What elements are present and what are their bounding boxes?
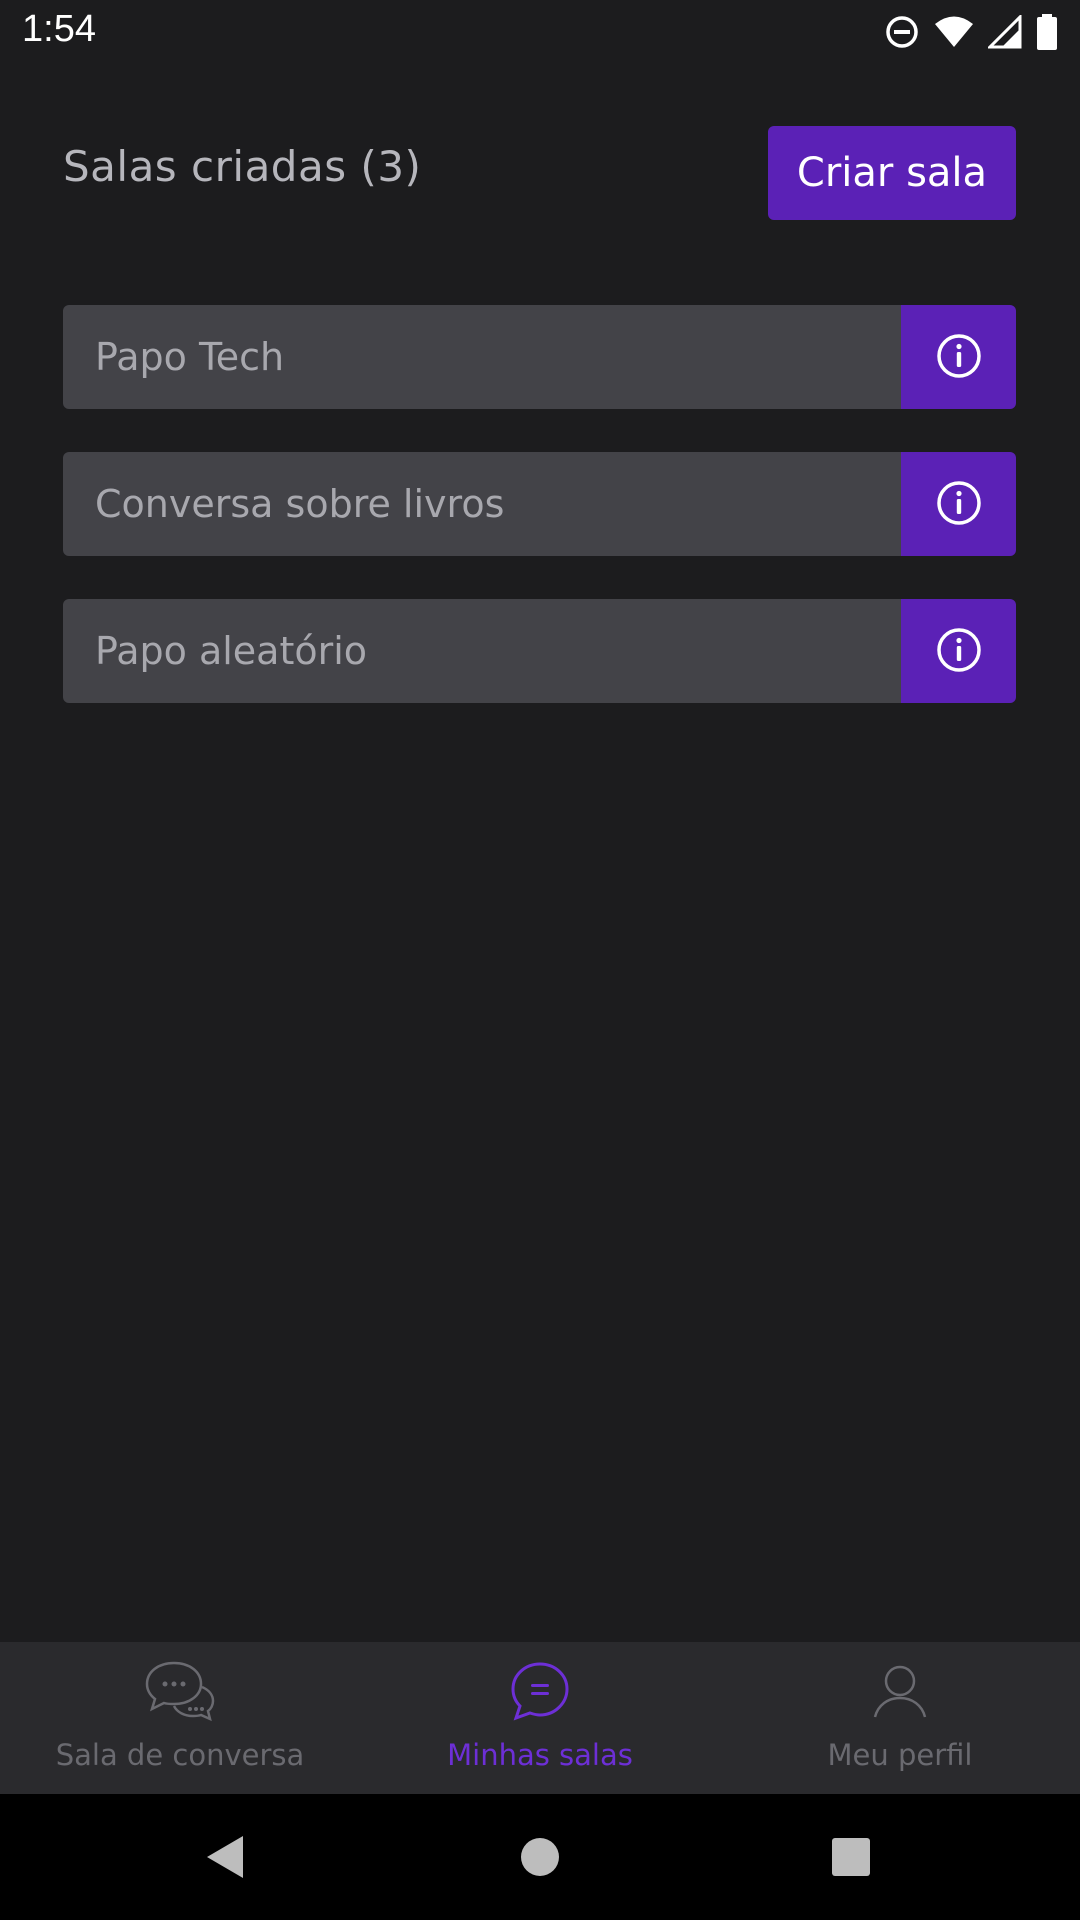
nav-item-minhas-salas[interactable]: Minhas salas [360,1642,720,1794]
page-title: Salas criadas (3) [63,142,422,191]
nav-item-sala-de-conversa[interactable]: Sala de conversa [0,1642,360,1794]
back-icon[interactable] [200,1794,250,1920]
bottom-nav: Sala de conversa Minhas salas Meu perfil [0,1642,1080,1794]
room-item[interactable]: Papo Tech [63,305,1016,409]
nav-label: Meu perfil [827,1738,973,1772]
signal-icon [988,15,1022,49]
nav-item-meu-perfil[interactable]: Meu perfil [720,1642,1080,1794]
message-icon [508,1656,572,1726]
info-icon [935,479,983,530]
home-icon[interactable] [518,1794,562,1920]
room-name[interactable]: Conversa sobre livros [63,452,901,556]
system-nav-bar [0,1794,1080,1920]
nav-label: Sala de conversa [55,1738,305,1772]
room-item[interactable]: Papo aleatório [63,599,1016,703]
info-icon [935,332,983,383]
do-not-disturb-icon [884,14,920,50]
room-list: Papo Tech Conversa sobre livros Papo ale… [63,305,1016,746]
room-item[interactable]: Conversa sobre livros [63,452,1016,556]
status-time: 1:54 [22,8,96,50]
room-info-button[interactable] [901,452,1016,556]
status-bar: 1:54 [0,0,1080,64]
wifi-icon [934,15,974,49]
recents-icon[interactable] [830,1794,872,1920]
room-name[interactable]: Papo aleatório [63,599,901,703]
room-info-button[interactable] [901,599,1016,703]
info-icon [935,626,983,677]
status-icons [884,12,1058,52]
room-name[interactable]: Papo Tech [63,305,901,409]
nav-label: Minhas salas [447,1738,633,1772]
user-icon [870,1656,930,1726]
chat-bubbles-icon [144,1656,216,1726]
battery-icon [1036,14,1058,50]
room-info-button[interactable] [901,305,1016,409]
create-room-button[interactable]: Criar sala [768,126,1016,220]
